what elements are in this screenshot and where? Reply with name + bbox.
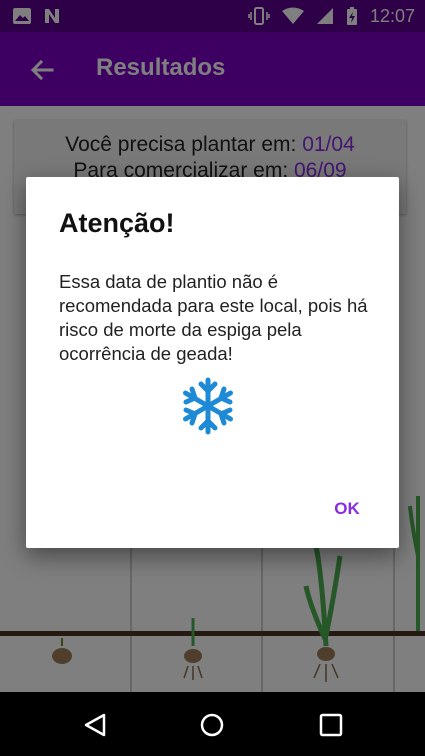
dialog-title: Atenção! (59, 208, 175, 238)
navigation-bar (0, 692, 425, 756)
back-triangle-icon[interactable] (82, 712, 108, 738)
dialog-message: Essa data de plantio não é recomendada p… (59, 271, 368, 364)
ok-button[interactable]: OK (315, 489, 379, 529)
home-circle-icon[interactable] (199, 712, 225, 738)
recents-square-icon[interactable] (318, 712, 344, 738)
snowflake-icon (183, 377, 233, 435)
frost-warning-dialog: Atenção! Essa data de plantio não é reco… (26, 177, 399, 548)
